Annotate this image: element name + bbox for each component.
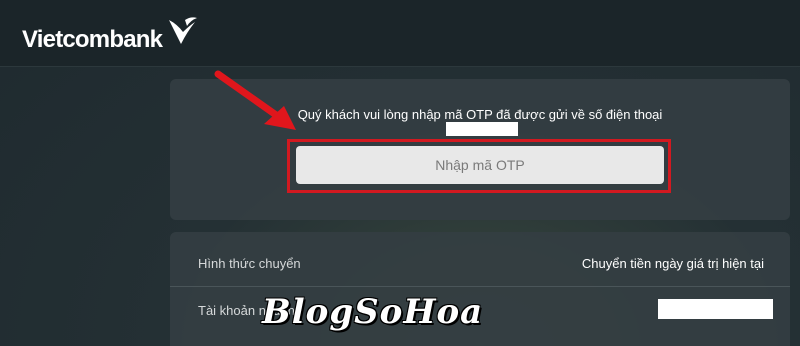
transfer-type-value: Chuyển tiền ngày giá trị hiện tại	[581, 256, 764, 271]
source-account-redaction	[658, 299, 773, 319]
header-bar: Vietcombank	[0, 0, 800, 67]
transfer-type-label: Hình thức chuyển	[198, 256, 301, 271]
brand-logo-text[interactable]: Vietcombank	[22, 26, 163, 54]
watermark-text: BlogSoHoa	[262, 292, 484, 332]
phone-number-redaction	[446, 122, 518, 136]
vietcombank-logo-icon	[169, 17, 197, 44]
red-arrow-icon	[214, 70, 296, 130]
otp-input[interactable]	[296, 146, 664, 184]
info-row-transfer-type: Hình thức chuyển Chuyển tiền ngày giá tr…	[170, 240, 790, 286]
